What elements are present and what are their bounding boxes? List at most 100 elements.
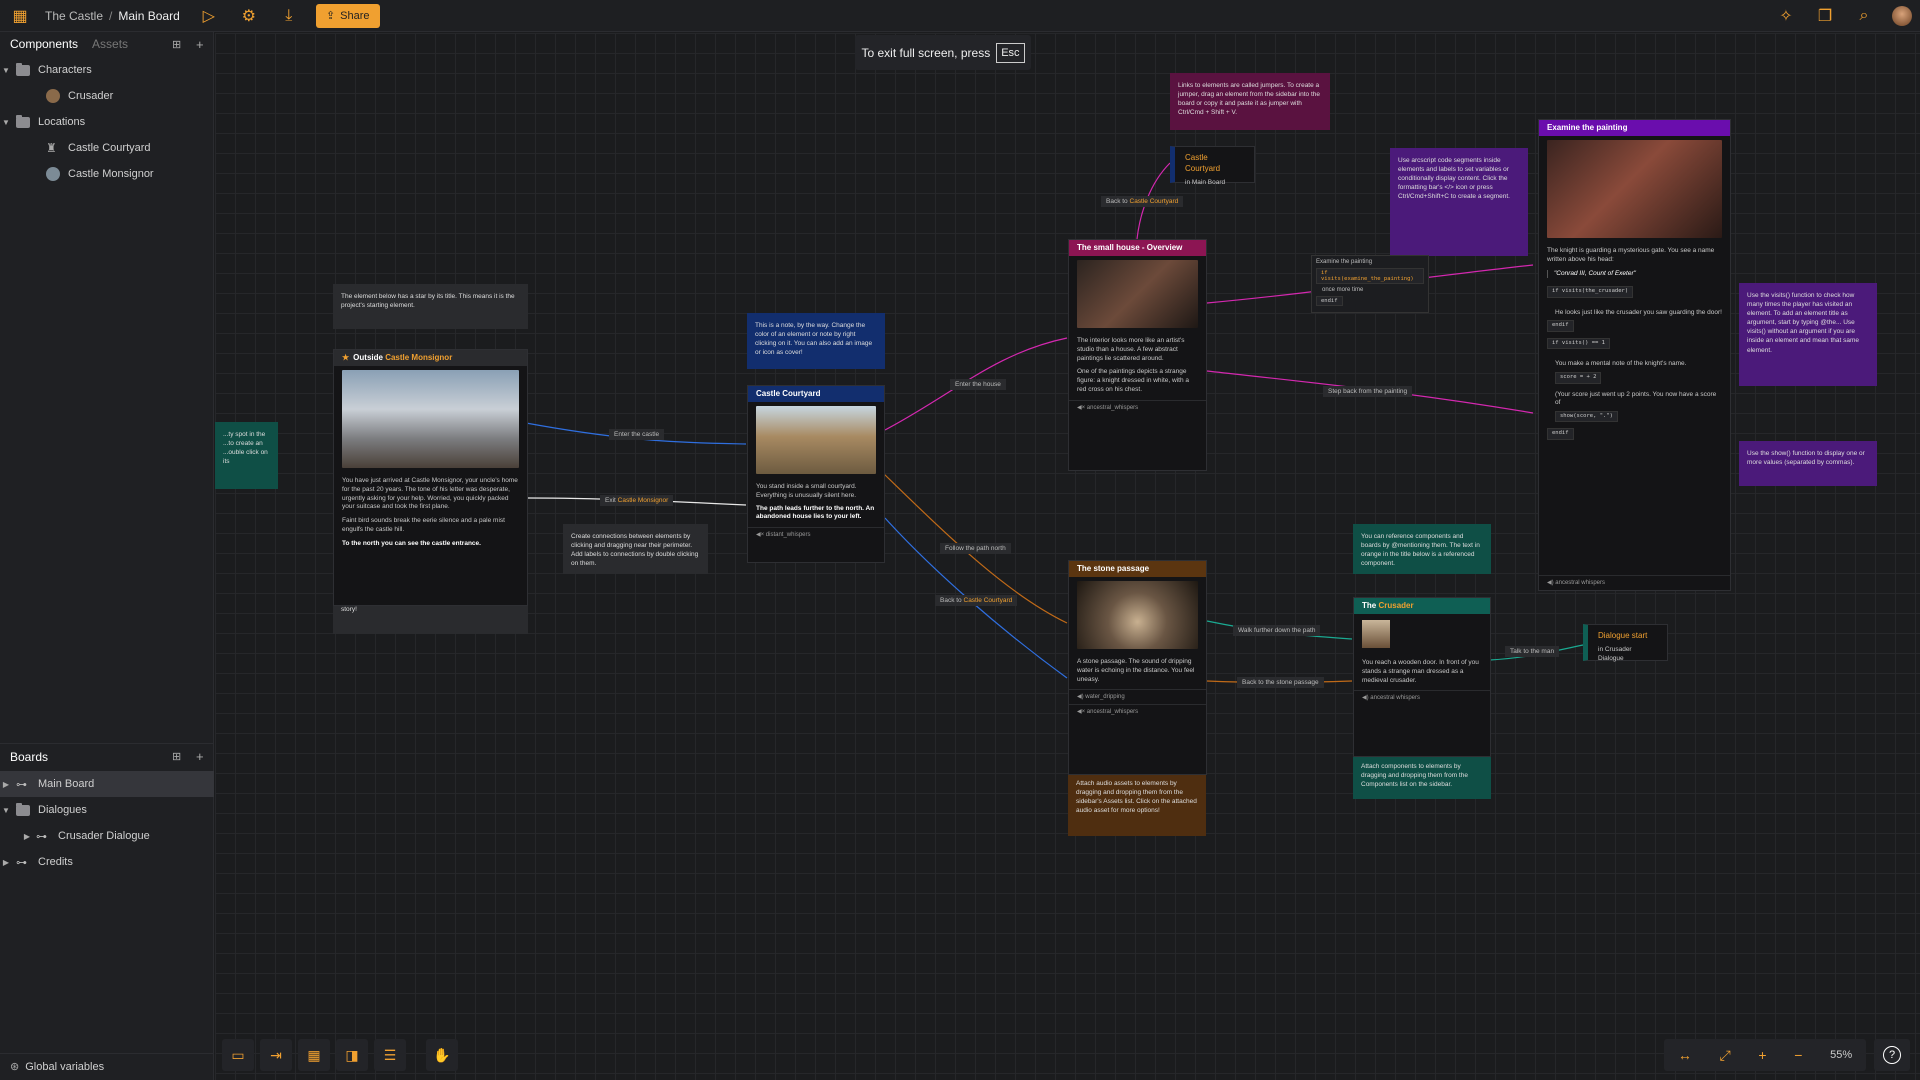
element-castle-courtyard[interactable]: Castle Courtyard You stand inside a smal… [747, 385, 885, 563]
avatar[interactable] [1892, 6, 1912, 26]
audio-icon[interactable]: ◀︎× [1077, 709, 1085, 715]
fullscreen-icon[interactable]: ⤢ [1720, 1047, 1731, 1064]
help-icon: ? [1883, 1046, 1901, 1064]
sidebar-item-crusader-dialogue[interactable]: ▶ ⊶ Crusader Dialogue [0, 823, 214, 849]
label-back-courtyard[interactable]: Back to Castle Courtyard [935, 595, 1018, 606]
add-icon[interactable]: + [196, 37, 204, 52]
note-visits[interactable]: Use the visits() function to check how m… [1739, 283, 1877, 386]
note-components[interactable]: Attach components to elements by draggin… [1353, 754, 1491, 799]
new-folder-icon[interactable]: ⊞ [172, 750, 181, 763]
zoom-level: 55% [1830, 1049, 1853, 1061]
castle-icon: ♜ [46, 141, 57, 155]
help-button[interactable]: ? [1874, 1039, 1910, 1071]
note-jumpers[interactable]: Links to elements are called jumpers. To… [1170, 73, 1330, 130]
chevron-down-icon: ▼ [2, 65, 10, 75]
folder-icon [16, 62, 30, 76]
label-follow-path[interactable]: Follow the path north [940, 543, 1011, 554]
note-blue[interactable]: This is a note, by the way. Change the c… [747, 313, 885, 369]
note-reference[interactable]: You can reference components and boards … [1353, 524, 1491, 574]
tab-assets[interactable]: Assets [92, 37, 128, 51]
note-starting-element[interactable]: The element below has a star by its titl… [333, 284, 528, 329]
label-enter-house[interactable]: Enter the house [950, 379, 1006, 390]
add-jumper-icon[interactable]: ⇥ [260, 1039, 292, 1071]
label-talk[interactable]: Talk to the man [1505, 646, 1560, 657]
label-step-back[interactable]: Step back from the painting [1323, 386, 1413, 397]
label-back-jump[interactable]: Back to Castle Courtyard [1101, 196, 1184, 207]
sidebar-item-locations[interactable]: ▼ Locations [0, 109, 214, 135]
add-table-icon[interactable]: ▦ [298, 1039, 330, 1071]
new-folder-icon[interactable]: ⊞ [172, 38, 181, 51]
board-title[interactable]: Main Board [118, 9, 179, 23]
note-left-partial[interactable]: ...ty spot in the ...to create an ...oub… [215, 422, 278, 489]
courtyard-image [756, 406, 876, 474]
bottom-toolbar: ▭ ⇥ ▦ ◨ ☰ ✋ [222, 1039, 458, 1071]
zoom-in-icon[interactable]: + [1758, 1047, 1766, 1063]
sidebar-item-characters[interactable]: ▼ Characters [0, 57, 214, 83]
gear-icon[interactable]: ⚙ [238, 5, 260, 27]
audio-icon[interactable]: ◀︎) [1362, 695, 1369, 701]
chevron-right-icon: ▶ [23, 831, 30, 841]
global-variables-button[interactable]: ⊛ Global variables [0, 1053, 214, 1079]
sidebar-item-crusader[interactable]: Crusader [0, 83, 214, 109]
sidebar-item-main-board[interactable]: ▶ ⊶ Main Board [0, 771, 214, 797]
zoom-out-icon[interactable]: − [1794, 1047, 1802, 1063]
audio-icon[interactable]: ◀︎× [756, 532, 764, 538]
sidebar-item-dialogues[interactable]: ▼ Dialogues [0, 797, 214, 823]
sidebar-item-monsignor[interactable]: Castle Monsignor [0, 161, 214, 187]
element-crusader[interactable]: The Crusader You reach a wooden door. In… [1353, 597, 1491, 757]
label-enter-castle[interactable]: Enter the castle [609, 429, 665, 440]
add-note-icon[interactable]: ◨ [336, 1039, 368, 1071]
tab-components[interactable]: Components [10, 37, 78, 51]
sidebar-tabs: Components Assets ⊞ + [0, 32, 214, 56]
breadcrumb-separator: / [109, 8, 113, 23]
element-small-house[interactable]: The small house - Overview The interior … [1068, 239, 1207, 471]
element-outside-castle[interactable]: ★ Outside Castle Monsignor You have just … [333, 349, 528, 606]
share-button[interactable]: ⇪ Share [315, 3, 380, 28]
passage-image [1077, 581, 1198, 649]
sidebar-item-credits[interactable]: ▶ ⊶ Credits [0, 849, 214, 875]
audio-icon[interactable]: ◀︎× [1077, 405, 1085, 411]
play-icon[interactable]: ▷ [198, 5, 220, 27]
jumper-castle-courtyard[interactable]: Castle Courtyard in Main Board [1170, 146, 1255, 186]
jumper-dialogue-start[interactable]: Dialogue start in Crusader Dialogue [1583, 624, 1668, 662]
label-walk-further[interactable]: Walk further down the path [1233, 625, 1321, 636]
search-icon[interactable]: ⌕ [1853, 5, 1875, 27]
castle-image [342, 370, 519, 468]
chevron-right-icon: ▶ [2, 779, 10, 789]
label-exit[interactable]: Exit Castle Monsignor [600, 495, 674, 506]
share-icon: ⇪ [325, 10, 336, 22]
zoom-controls: ↔ ⤢ + − 55% [1664, 1039, 1866, 1071]
sidebar-item-courtyard[interactable]: ♜ Castle Courtyard [0, 135, 214, 161]
audio-icon[interactable]: ◀︎) [1077, 694, 1084, 700]
chevron-down-icon: ▼ [2, 117, 10, 127]
painting-image [1547, 140, 1722, 238]
fit-width-icon[interactable]: ↔ [1678, 1047, 1692, 1063]
add-comment-icon[interactable]: ☰ [374, 1039, 406, 1071]
boards-title: Boards [10, 749, 49, 764]
chevron-down-icon: ▼ [2, 805, 10, 815]
add-element-icon[interactable]: ▭ [222, 1039, 254, 1071]
label-back-passage[interactable]: Back to the stone passage [1237, 677, 1324, 688]
globe-icon: ⊛ [10, 1061, 20, 1073]
project-title[interactable]: The Castle [45, 9, 103, 23]
note-show[interactable]: Use the show() function to display one o… [1739, 441, 1877, 486]
apps-grid-icon[interactable]: ▦ [9, 5, 31, 27]
top-bar: ▦ The Castle / Main Board ▷ ⚙ ⤓ ⇪ Share ✧… [0, 0, 1920, 32]
avatar [46, 89, 60, 103]
add-icon[interactable]: + [196, 749, 204, 764]
note-connections[interactable]: Create connections between elements by c… [563, 524, 708, 574]
sparkle-icon[interactable]: ✧ [1775, 5, 1797, 27]
label-examine[interactable]: Examine the painting if visits(examine_t… [1311, 255, 1429, 313]
download-icon[interactable]: ⤓ [278, 5, 300, 27]
board-canvas[interactable]: To exit full screen, press Esc The eleme… [215, 33, 1920, 1080]
board-icon: ⊶ [16, 778, 27, 791]
hand-tool-icon[interactable]: ✋ [426, 1039, 458, 1071]
board-icon: ⊶ [36, 830, 47, 843]
note-audio[interactable]: Attach audio assets to elements by dragg… [1068, 771, 1206, 836]
house-image [1077, 260, 1198, 328]
audio-icon[interactable]: ◀︎) [1547, 580, 1554, 586]
element-examine-painting[interactable]: Examine the painting The knight is guard… [1538, 119, 1731, 591]
note-arcscript[interactable]: Use arcscript code segments inside eleme… [1390, 148, 1528, 256]
element-stone-passage[interactable]: The stone passage A stone passage. The s… [1068, 560, 1207, 775]
comments-icon[interactable]: ❐ [1814, 5, 1836, 27]
